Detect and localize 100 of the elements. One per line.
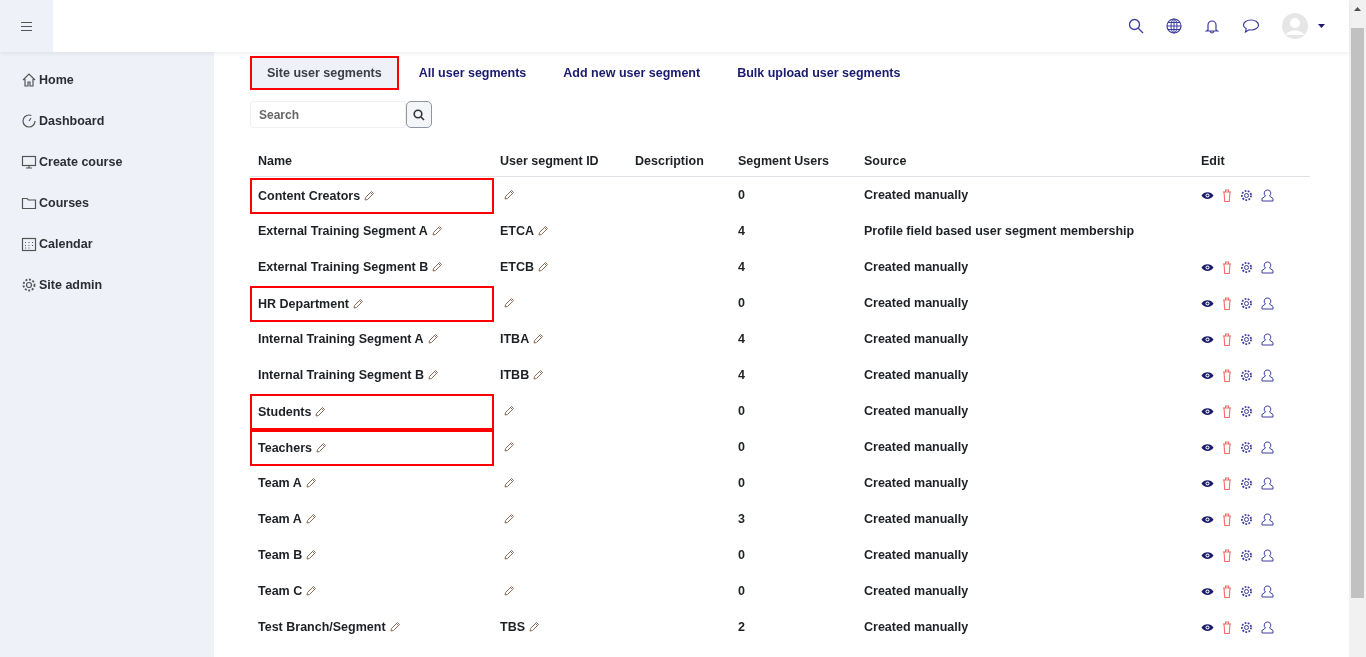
tab[interactable]: Bulk upload user segments	[720, 56, 918, 90]
tab[interactable]: Add new user segment	[546, 56, 718, 90]
pencil-icon[interactable]	[503, 477, 515, 489]
pencil-icon[interactable]	[388, 621, 401, 633]
pencil-icon[interactable]	[304, 513, 317, 525]
gauge-icon	[21, 112, 37, 129]
user-icon[interactable]	[1261, 512, 1274, 526]
users-cell-text: 0	[737, 188, 746, 202]
sidebar-item[interactable]: Create course	[0, 147, 214, 188]
user-icon[interactable]	[1261, 440, 1274, 454]
pencil-icon[interactable]	[427, 369, 439, 381]
trash-icon[interactable]	[1222, 296, 1232, 310]
pencil-icon[interactable]	[503, 405, 515, 417]
user-icon[interactable]	[1261, 548, 1274, 562]
user-icon[interactable]	[1261, 332, 1274, 346]
eye-icon[interactable]	[1201, 298, 1214, 308]
pencil-icon[interactable]	[532, 369, 545, 381]
settings-icon[interactable]	[1240, 332, 1253, 346]
segment-id-cell: ITBB	[492, 368, 627, 382]
settings-icon[interactable]	[1240, 584, 1253, 598]
sidebar-item[interactable]: Courses	[0, 188, 214, 229]
sidebar-item[interactable]: Calendar	[0, 229, 214, 270]
pencil-icon[interactable]	[305, 549, 318, 561]
pencil-icon[interactable]	[503, 549, 515, 561]
user-icon[interactable]	[1261, 296, 1274, 310]
trash-icon[interactable]	[1222, 584, 1232, 598]
search-icon[interactable]	[1128, 18, 1144, 34]
trash-icon[interactable]	[1222, 440, 1232, 454]
pencil-icon[interactable]	[503, 297, 515, 309]
trash-icon[interactable]	[1222, 512, 1232, 526]
column-header: Edit	[1200, 153, 1226, 168]
pencil-icon[interactable]	[430, 225, 443, 237]
user-icon[interactable]	[1261, 404, 1274, 418]
eye-icon[interactable]	[1201, 262, 1214, 272]
pencil-icon[interactable]	[305, 585, 318, 597]
pencil-icon[interactable]	[314, 442, 327, 454]
eye-icon[interactable]	[1201, 586, 1214, 596]
settings-icon[interactable]	[1240, 548, 1253, 562]
user-icon[interactable]	[1261, 260, 1274, 274]
eye-icon[interactable]	[1201, 514, 1214, 524]
eye-icon[interactable]	[1201, 370, 1214, 380]
eye-icon[interactable]	[1201, 334, 1214, 344]
search-button[interactable]	[406, 101, 432, 128]
pencil-icon[interactable]	[352, 298, 364, 310]
user-icon[interactable]	[1261, 584, 1274, 598]
pencil-icon[interactable]	[503, 441, 515, 453]
bell-icon[interactable]	[1204, 18, 1220, 34]
menu-icon[interactable]	[21, 21, 32, 31]
trash-icon[interactable]	[1222, 332, 1232, 346]
trash-icon[interactable]	[1222, 620, 1232, 634]
trash-icon[interactable]	[1222, 368, 1232, 382]
tab[interactable]: Site user segments	[250, 56, 399, 90]
settings-icon[interactable]	[1240, 476, 1253, 490]
eye-icon[interactable]	[1201, 622, 1214, 632]
pencil-icon[interactable]	[426, 333, 439, 345]
search-field[interactable]: Search	[250, 101, 406, 128]
eye-icon[interactable]	[1201, 550, 1214, 560]
user-icon[interactable]	[1261, 476, 1274, 490]
sidebar-item[interactable]: Dashboard	[0, 106, 214, 147]
pencil-icon[interactable]	[503, 585, 515, 597]
pencil-icon[interactable]	[532, 333, 545, 345]
pencil-icon[interactable]	[431, 261, 444, 273]
tab[interactable]: All user segments	[401, 56, 544, 90]
user-icon[interactable]	[1261, 620, 1274, 634]
pencil-icon[interactable]	[528, 621, 540, 633]
settings-icon[interactable]	[1240, 512, 1253, 526]
pencil-icon[interactable]	[304, 477, 317, 489]
settings-icon[interactable]	[1240, 440, 1253, 454]
chat-icon[interactable]	[1242, 18, 1260, 34]
trash-icon[interactable]	[1222, 404, 1232, 418]
sidebar-item[interactable]: Home	[0, 65, 214, 106]
pencil-icon[interactable]	[537, 261, 550, 273]
pencil-icon[interactable]	[537, 225, 550, 237]
user-icon[interactable]	[1261, 368, 1274, 382]
trash-icon[interactable]	[1222, 260, 1232, 274]
trash-icon[interactable]	[1222, 548, 1232, 562]
eye-icon[interactable]	[1201, 442, 1214, 452]
settings-icon[interactable]	[1240, 188, 1253, 202]
settings-icon[interactable]	[1240, 620, 1253, 634]
pencil-icon[interactable]	[314, 406, 327, 418]
settings-icon[interactable]	[1240, 260, 1253, 274]
scrollbar-thumb[interactable]	[1351, 28, 1364, 598]
sidebar-item[interactable]: Site admin	[0, 270, 214, 311]
name-cell: Team A	[250, 476, 492, 490]
eye-icon[interactable]	[1201, 190, 1214, 200]
pencil-icon[interactable]	[363, 190, 376, 202]
users-cell-text: 0	[737, 476, 746, 490]
settings-icon[interactable]	[1240, 296, 1253, 310]
settings-icon[interactable]	[1240, 368, 1253, 382]
trash-icon[interactable]	[1222, 188, 1232, 202]
pencil-icon[interactable]	[503, 189, 515, 201]
trash-icon[interactable]	[1222, 476, 1232, 490]
caret-icon[interactable]	[1318, 24, 1325, 28]
eye-icon[interactable]	[1201, 478, 1214, 488]
settings-icon[interactable]	[1240, 404, 1253, 418]
user-icon[interactable]	[1261, 188, 1274, 202]
column-header: Description	[634, 153, 705, 168]
globe-icon[interactable]	[1166, 18, 1182, 34]
eye-icon[interactable]	[1201, 406, 1214, 416]
pencil-icon[interactable]	[503, 513, 515, 525]
